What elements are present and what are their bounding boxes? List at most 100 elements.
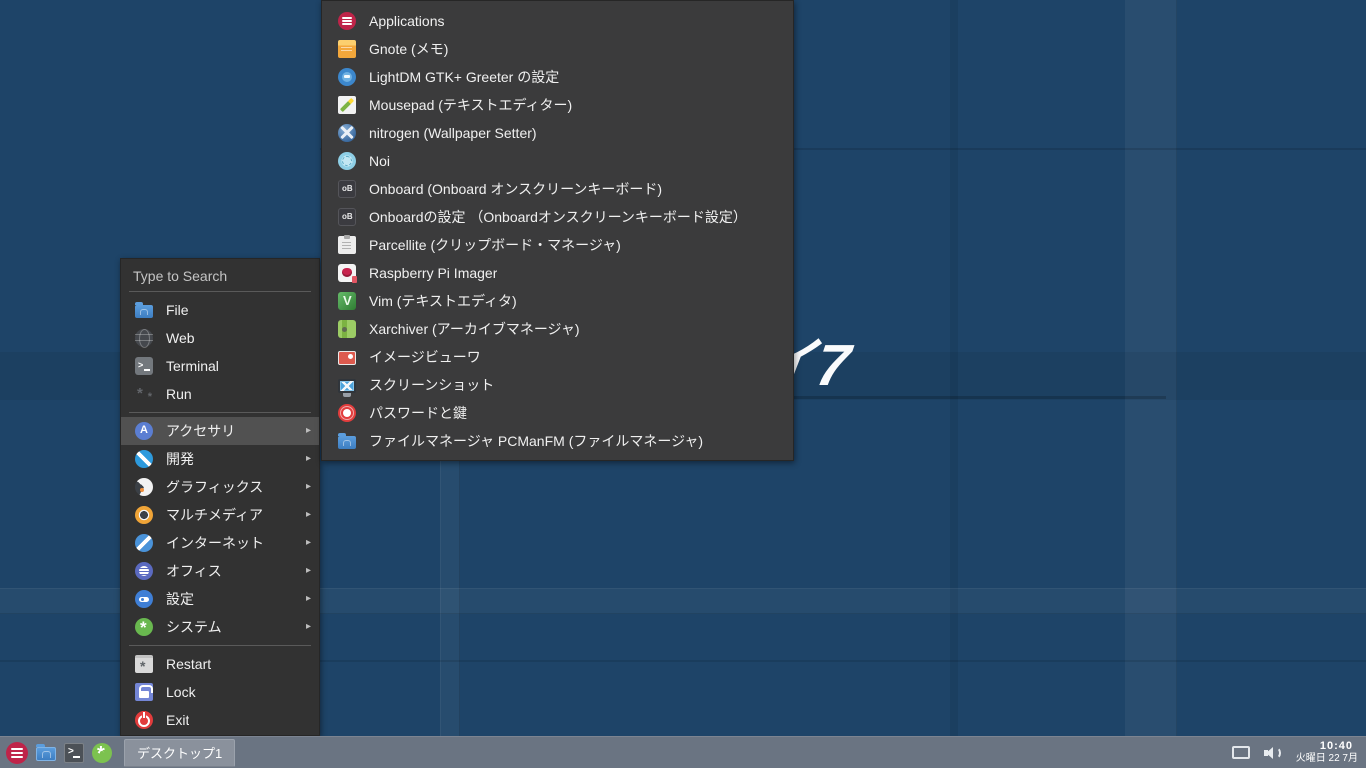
submenu-arrow-icon: ▸ <box>305 565 311 576</box>
menu-action-label: Lock <box>166 684 196 700</box>
menu-action-list: Restart Lock Exit <box>121 650 319 734</box>
system-icon <box>135 618 153 636</box>
submenu-item-label: Mousepad (テキストエディター) <box>369 97 573 113</box>
submenu-list: Applications Gnote (メモ) LightDM GTK+ Greet… <box>322 7 793 455</box>
accessories-icon <box>135 422 153 440</box>
submenu-arrow-icon: ▸ <box>305 481 311 492</box>
gear-icon[interactable] <box>92 742 112 764</box>
display-tray-icon[interactable] <box>1231 746 1250 759</box>
submenu-arrow-icon: ▸ <box>305 453 311 464</box>
nitrogen-icon <box>338 124 356 142</box>
submenu-arrow-icon: ▸ <box>305 425 311 436</box>
submenu-item-label: Parcellite (クリップボード・マネージャ) <box>369 237 621 253</box>
submenu-item-label: Onboardの設定 （Onboardオンスクリーンキーボード設定） <box>369 209 747 225</box>
wallpaper-detail <box>950 0 958 736</box>
lightdm-settings-icon <box>338 68 356 86</box>
submenu-item-onboard[interactable]: Onboard (Onboard オンスクリーンキーボード) <box>322 175 793 203</box>
submenu-arrow-icon: ▸ <box>305 537 311 548</box>
menu-item-label: Web <box>166 330 195 346</box>
gnote-icon <box>338 40 356 58</box>
menu-category-internet[interactable]: インターネット ▸ <box>121 529 319 557</box>
restart-icon <box>135 655 153 673</box>
run-icon <box>135 385 153 403</box>
menu-category-label: マルチメディア <box>166 507 264 523</box>
submenu-item-nitrogen[interactable]: nitrogen (Wallpaper Setter) <box>322 119 793 147</box>
image-viewer-icon <box>338 351 356 365</box>
submenu-arrow-icon: ▸ <box>305 593 311 604</box>
wallpaper-detail <box>1125 0 1177 736</box>
vim-icon <box>338 292 356 310</box>
volume-icon-part <box>1271 746 1281 759</box>
menu-category-settings[interactable]: 設定 ▸ <box>121 585 319 613</box>
file-manager-icon[interactable] <box>36 744 56 761</box>
menu-item-web[interactable]: Web <box>121 324 319 352</box>
submenu-item-pcmanfm[interactable]: ファイルマネージャ PCManFM (ファイルマネージャ) <box>322 427 793 455</box>
taskbar: デスクトップ1 10:40 火曜日 22 7月 <box>0 736 1366 768</box>
internet-icon <box>135 534 153 552</box>
applications-icon <box>338 12 356 30</box>
desktop-pager-button[interactable]: デスクトップ1 <box>124 738 236 767</box>
desktop: { "colors": { "menu_bg": "#323232", "sub… <box>0 0 1366 768</box>
submenu-item-label: パスワードと鍵 <box>369 405 467 421</box>
menu-category-office[interactable]: オフィス ▸ <box>121 557 319 585</box>
submenu-item-screenshot[interactable]: スクリーンショット <box>322 371 793 399</box>
submenu-item-label: Raspberry Pi Imager <box>369 265 498 281</box>
clock-date: 火曜日 22 7月 <box>1295 753 1358 765</box>
menu-action-label: Restart <box>166 656 212 672</box>
terminal-icon[interactable] <box>64 742 84 763</box>
submenu-item-label: スクリーンショット <box>369 377 495 393</box>
submenu-arrow-icon: ▸ <box>305 621 311 632</box>
menu-category-accessories[interactable]: アクセサリ ▸ <box>121 417 319 445</box>
submenu-item-passwords-keys[interactable]: パスワードと鍵 <box>322 399 793 427</box>
menu-action-exit[interactable]: Exit <box>121 706 319 734</box>
menu-item-terminal[interactable]: Terminal <box>121 352 319 380</box>
submenu-item-xarchiver[interactable]: Xarchiver (アーカイブマネージャ) <box>322 315 793 343</box>
menu-category-development[interactable]: 開発 ▸ <box>121 445 319 473</box>
menu-category-label: アクセサリ <box>166 423 236 439</box>
onboard-icon <box>338 180 356 198</box>
screenshot-icon <box>338 378 356 397</box>
xarchiver-icon <box>338 320 356 338</box>
submenu-item-applications[interactable]: Applications <box>322 7 793 35</box>
submenu-item-lightdm-settings[interactable]: LightDM GTK+ Greeter の設定 <box>322 63 793 91</box>
submenu-item-rpi-imager[interactable]: Raspberry Pi Imager <box>322 259 793 287</box>
volume-icon[interactable] <box>1263 745 1282 761</box>
menu-category-label: インターネット <box>166 535 264 551</box>
menu-item-file[interactable]: File <box>121 296 319 324</box>
submenu-item-vim[interactable]: Vim (テキストエディタ) <box>322 287 793 315</box>
multimedia-icon <box>135 506 153 524</box>
separator <box>129 645 311 646</box>
system-tray: 10:40 火曜日 22 7月 <box>1231 740 1358 765</box>
mousepad-icon <box>338 96 356 114</box>
menu-item-label: Terminal <box>166 358 219 374</box>
menu-action-restart[interactable]: Restart <box>121 650 319 678</box>
menu-action-lock[interactable]: Lock <box>121 678 319 706</box>
file-icon <box>135 302 153 318</box>
menu-category-label: 設定 <box>166 591 194 607</box>
menu-item-label: File <box>166 302 189 318</box>
accessories-submenu: Applications Gnote (メモ) LightDM GTK+ Greet… <box>321 0 794 461</box>
submenu-item-onboard-settings[interactable]: Onboardの設定 （Onboardオンスクリーンキーボード設定） <box>322 203 793 231</box>
onboard-settings-icon <box>338 208 356 226</box>
menu-category-graphics[interactable]: グラフィックス ▸ <box>121 473 319 501</box>
menu-category-label: 開発 <box>166 451 194 467</box>
submenu-item-gnote[interactable]: Gnote (メモ) <box>322 35 793 63</box>
menu-category-multimedia[interactable]: マルチメディア ▸ <box>121 501 319 529</box>
submenu-item-image-viewer[interactable]: イメージビューワ <box>322 343 793 371</box>
submenu-item-label: Applications <box>369 13 445 29</box>
lock-icon <box>135 683 153 701</box>
menu-category-label: グラフィックス <box>166 479 264 495</box>
submenu-item-parcellite[interactable]: Parcellite (クリップボード・マネージャ) <box>322 231 793 259</box>
submenu-item-label: Xarchiver (アーカイブマネージャ) <box>369 321 580 337</box>
separator <box>129 291 311 292</box>
menu-category-list: アクセサリ▸開発▸グラフィックス▸マルチメディア▸インターネット▸オフィス▸設定… <box>121 417 319 641</box>
menu-category-system[interactable]: システム ▸ <box>121 613 319 641</box>
submenu-item-noi[interactable]: Noi <box>322 147 793 175</box>
menu-quick-list: File Web Terminal Run <box>121 296 319 408</box>
pcmanfm-icon <box>338 433 356 449</box>
menu-button[interactable] <box>6 741 28 764</box>
search-input[interactable]: Type to Search <box>121 263 319 287</box>
clock[interactable]: 10:40 火曜日 22 7月 <box>1296 740 1358 765</box>
submenu-item-mousepad[interactable]: Mousepad (テキストエディター) <box>322 91 793 119</box>
menu-item-run[interactable]: Run <box>121 380 319 408</box>
